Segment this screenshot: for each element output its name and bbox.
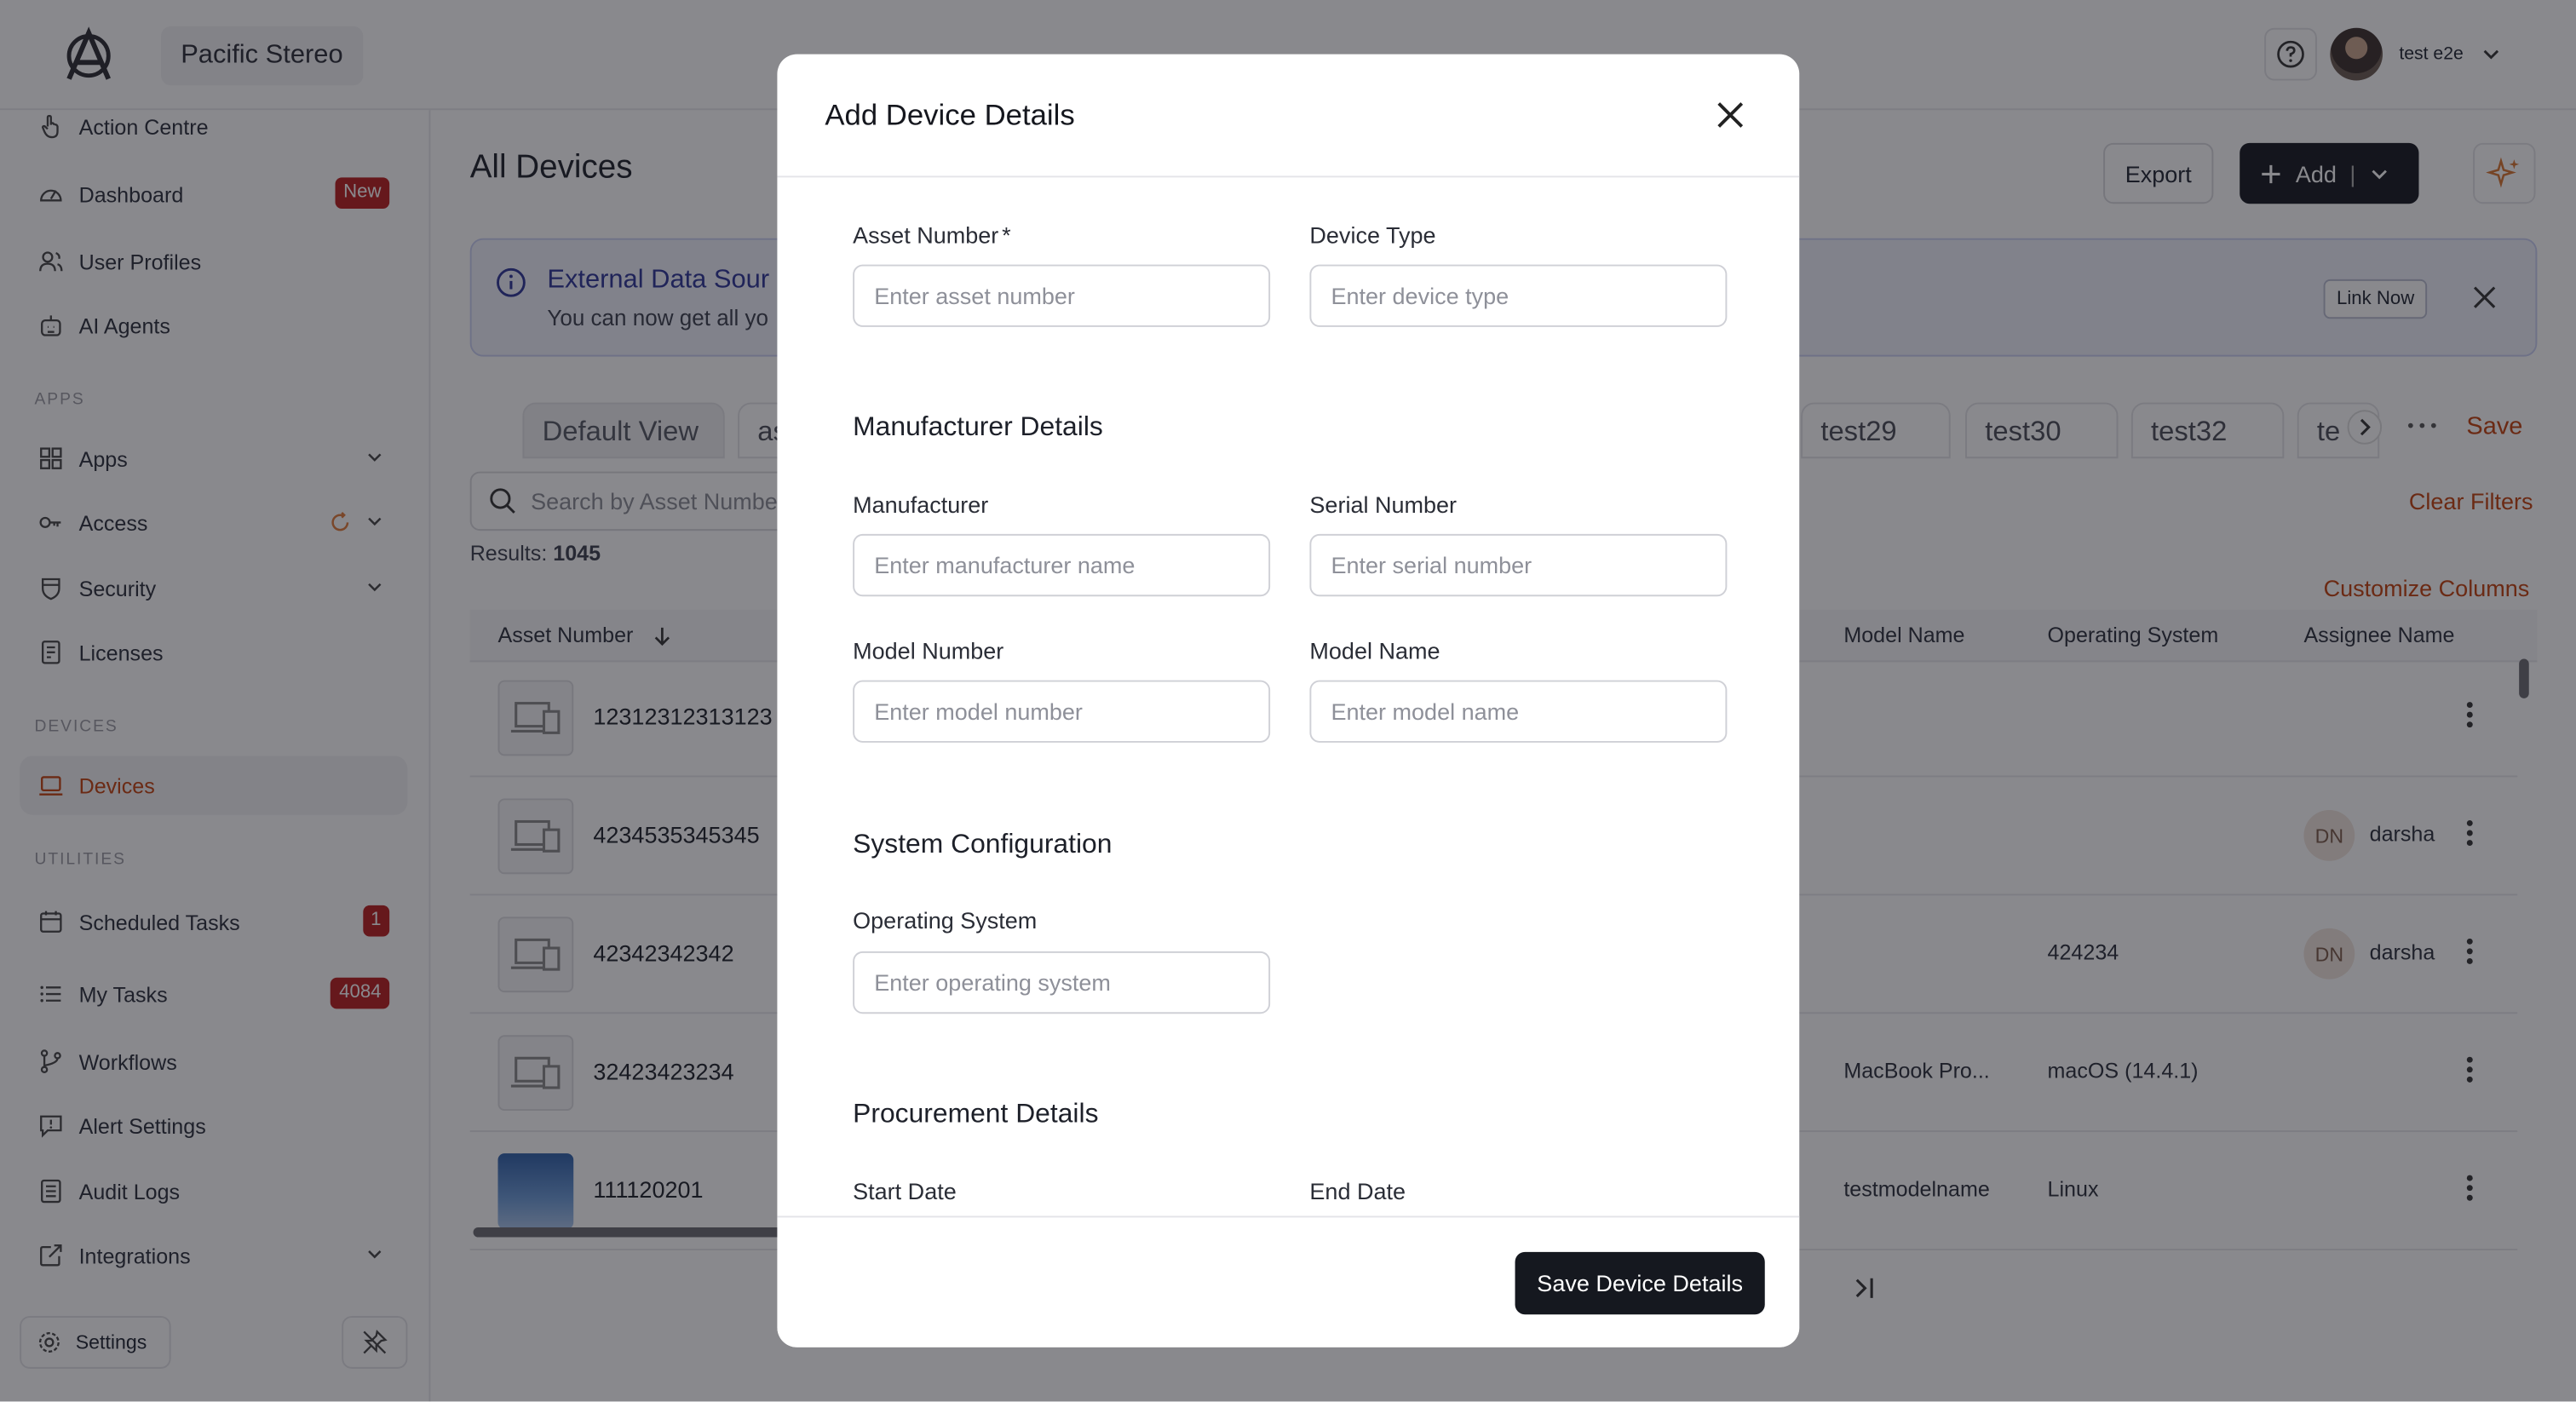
asset-number-label-text: Asset Number xyxy=(853,221,999,249)
modal-header: Add Device Details xyxy=(777,55,1800,178)
operating-system-input[interactable] xyxy=(853,951,1271,1014)
procurement-section-title: Procurement Details xyxy=(853,1099,1099,1129)
manufacturer-label: Manufacturer xyxy=(853,491,989,518)
model-name-label: Model Name xyxy=(1309,637,1440,664)
end-date-label: End Date xyxy=(1309,1178,1406,1204)
modal-title: Add Device Details xyxy=(825,98,1075,132)
model-name-input[interactable] xyxy=(1309,680,1728,743)
serial-number-input[interactable] xyxy=(1309,533,1728,597)
device-type-input[interactable] xyxy=(1309,264,1728,327)
asset-number-label: Asset Number * xyxy=(853,221,1010,248)
close-icon[interactable] xyxy=(1714,99,1747,132)
operating-system-label: Operating System xyxy=(853,906,1038,934)
model-number-label: Model Number xyxy=(853,637,1004,664)
start-date-label: Start Date xyxy=(853,1178,957,1204)
asset-number-input[interactable] xyxy=(853,264,1271,327)
system-section-title: System Configuration xyxy=(853,830,1113,859)
modal-footer: Save Device Details xyxy=(777,1215,1800,1347)
manufacturer-input[interactable] xyxy=(853,533,1271,597)
device-type-label: Device Type xyxy=(1309,221,1436,249)
model-number-input[interactable] xyxy=(853,680,1271,743)
manufacturer-section-title: Manufacturer Details xyxy=(853,412,1103,442)
serial-number-label: Serial Number xyxy=(1309,491,1458,518)
add-device-modal: Add Device Details Asset Number* Device … xyxy=(777,54,1800,1347)
save-device-details-button[interactable]: Save Device Details xyxy=(1515,1251,1765,1315)
required-mark: * xyxy=(1002,221,1011,249)
